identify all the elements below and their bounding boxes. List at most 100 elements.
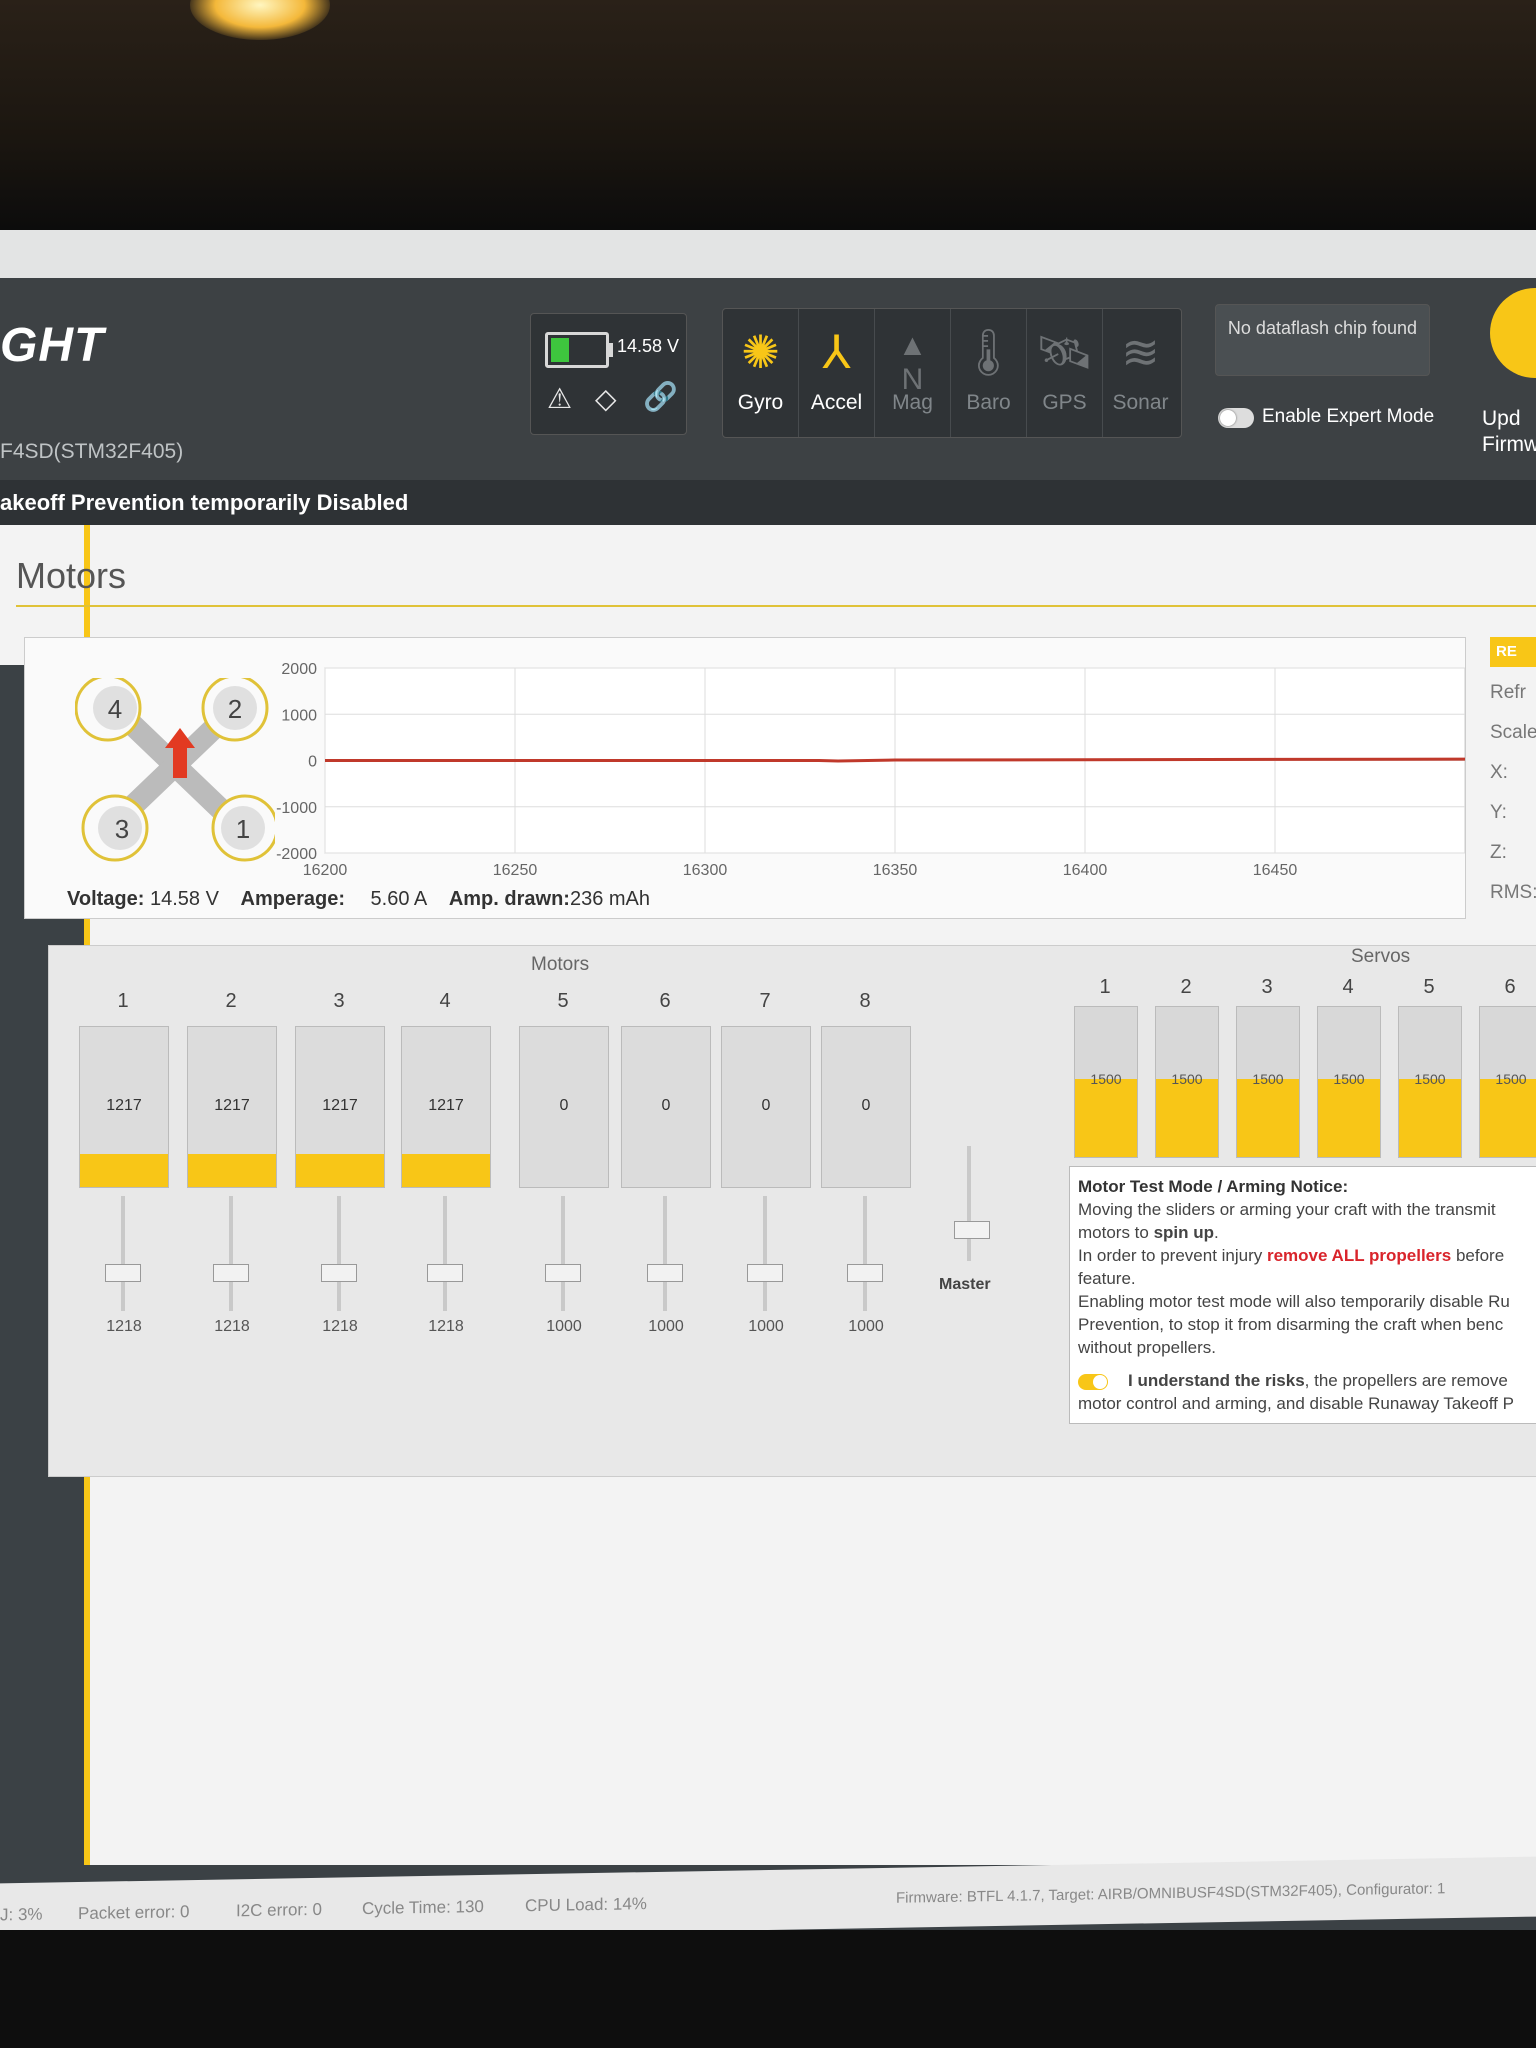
sensor-label: Mag <box>892 391 933 414</box>
motors-group-label: Motors <box>531 954 590 975</box>
amp-drawn-value: 236 mAh <box>569 888 651 910</box>
servo-value: 1500 <box>1171 1071 1203 1087</box>
voltage-value: 14.58 V <box>149 888 219 910</box>
servo-meter: 1500 <box>1398 1006 1462 1158</box>
notice-title: Motor Test Mode / Arming Notice: <box>1078 1177 1349 1196</box>
slider-track <box>663 1196 667 1311</box>
motor-number: 7 <box>759 990 771 1012</box>
notice-line: Moving the sliders or arming your craft … <box>1078 1200 1496 1219</box>
update-firmware-icon[interactable] <box>1490 288 1536 378</box>
motor-slider-value: 1000 <box>848 1318 884 1335</box>
motor-slider-thumb[interactable] <box>321 1264 357 1282</box>
warning-bar: akeoff Prevention temporarily Disabled <box>0 480 1536 525</box>
window-top-strip <box>0 230 1536 278</box>
expert-mode-toggle[interactable] <box>1218 408 1254 428</box>
motor-chart: 2000 1000 0 -1000 -200016200 16250 16300 16350 1… <box>276 661 1465 879</box>
x-tick-label: 16200 <box>303 862 348 879</box>
update-firmware-label[interactable]: Upd Firmw <box>1482 406 1536 458</box>
arming-notice: Motor Test Mode / Arming Notice: Moving … <box>1069 1166 1536 1424</box>
servo-meter: 1500 <box>1155 1006 1219 1158</box>
understand-risks-text: , the propellers are remove <box>1304 1371 1508 1390</box>
motor-value: 1217 <box>106 1097 142 1114</box>
sensor-accel: ⅄ Accel <box>799 309 875 437</box>
sensor-label: Baro <box>966 391 1011 414</box>
x-tick-label: 16400 <box>1063 862 1108 879</box>
status-footer: J: 3% Packet error: 0 I2C error: 0 Cycle… <box>0 1856 1536 1930</box>
mag-icon: ▲ N <box>897 329 928 396</box>
motor-slider-thumb[interactable] <box>847 1264 883 1282</box>
battery-status-box: 14.58 V ⚠ ◇ 🔗 <box>530 313 687 435</box>
motor-number: 5 <box>557 990 569 1012</box>
board-name: F4SD(STM32F405) <box>0 440 184 463</box>
servo-value: 1500 <box>1333 1071 1365 1087</box>
y-label: Y: <box>1490 802 1507 823</box>
motor-slider-thumb[interactable] <box>747 1264 783 1282</box>
servo-value: 1500 <box>1414 1071 1446 1087</box>
warning-text: akeoff Prevention temporarily Disabled <box>0 490 409 515</box>
motor-value: 0 <box>559 1097 569 1114</box>
sensor-label: Sonar <box>1112 391 1169 414</box>
y-tick-label: -2000 <box>276 846 317 863</box>
motor-value: 1217 <box>214 1097 250 1114</box>
footer-item: Packet error: 0 <box>78 1902 190 1924</box>
page-title: Motors <box>16 555 127 596</box>
servo-meter-fill <box>1399 1079 1461 1157</box>
motor-slider-thumb[interactable] <box>213 1264 249 1282</box>
motor-value: 0 <box>661 1097 671 1114</box>
motor-slider-value: 1000 <box>648 1318 684 1335</box>
motor-slider-thumb[interactable] <box>545 1264 581 1282</box>
slider-track <box>229 1196 233 1311</box>
notice-line: without propellers. <box>1078 1338 1216 1357</box>
servos-group-label: Servos <box>1351 946 1411 967</box>
motor-slider-thumb[interactable] <box>427 1264 463 1282</box>
sensor-gyro: ✺ Gyro <box>723 309 799 437</box>
z-label: Z: <box>1490 842 1507 863</box>
notice-line: motor control and arming, and disable Ru… <box>1078 1394 1514 1413</box>
reset-button[interactable]: RE <box>1490 637 1536 667</box>
lamp-light <box>190 0 330 40</box>
servo-value: 1500 <box>1495 1071 1527 1087</box>
servo-meter-fill <box>1318 1079 1380 1157</box>
motor-number: 8 <box>859 990 871 1012</box>
amp-drawn-label: Amp. drawn: <box>448 888 570 910</box>
servo-meter: 1500 <box>1074 1006 1138 1158</box>
understand-risks-row: I understand the risks, the propellers a… <box>1078 1369 1530 1392</box>
sensor-mag: ▲ N Mag <box>875 309 951 437</box>
motor-slider-value: 1218 <box>322 1318 358 1335</box>
footer-item: I2C error: 0 <box>236 1899 322 1921</box>
motor-number: 2 <box>225 990 237 1012</box>
motor-meter-fill <box>188 1154 276 1187</box>
power-status: Voltage: 14.58 V Amperage: 5.60 A Amp. d… <box>67 888 650 911</box>
app-logo: GHT <box>0 319 105 372</box>
battery-icon <box>545 332 613 368</box>
understand-risks-toggle[interactable] <box>1078 1373 1108 1390</box>
motor-value: 1217 <box>428 1097 464 1114</box>
servo-meter: 1500 <box>1479 1006 1536 1158</box>
rms-label: RMS: <box>1490 882 1536 903</box>
notice-line: feature. <box>1078 1269 1136 1288</box>
footer-item: Cycle Time: 130 <box>362 1896 484 1919</box>
notice-line: In order to prevent injury remove ALL pr… <box>1078 1246 1505 1265</box>
motor-number: 6 <box>659 990 671 1012</box>
warning-icon: ⚠ <box>547 383 573 414</box>
servo-meter-fill <box>1156 1079 1218 1157</box>
dataflash-status: No dataflash chip found <box>1215 304 1430 376</box>
servo-number: 3 <box>1261 976 1273 998</box>
motor-number: 4 <box>439 990 451 1012</box>
diamond-icon: ◇ <box>595 383 617 414</box>
motor-slider-value: 1218 <box>428 1318 464 1335</box>
motor-meter: 1217 <box>401 1026 491 1188</box>
motor-slider-thumb[interactable] <box>647 1264 683 1282</box>
motor-slider-value: 1000 <box>546 1318 582 1335</box>
y-tick-label: 1000 <box>281 707 317 724</box>
slider-track <box>561 1196 565 1311</box>
motor-meter-fill <box>80 1154 168 1187</box>
servo-number: 1 <box>1099 976 1111 998</box>
slider-thumb[interactable] <box>954 1221 990 1239</box>
motor-value: 0 <box>861 1097 871 1114</box>
footer-item: J: 3% <box>0 1904 43 1925</box>
motor-slider-thumb[interactable] <box>105 1264 141 1282</box>
motor-meter: 0 <box>821 1026 911 1188</box>
motor-slider-value: 1218 <box>214 1318 250 1335</box>
servo-value: 1500 <box>1090 1071 1122 1087</box>
